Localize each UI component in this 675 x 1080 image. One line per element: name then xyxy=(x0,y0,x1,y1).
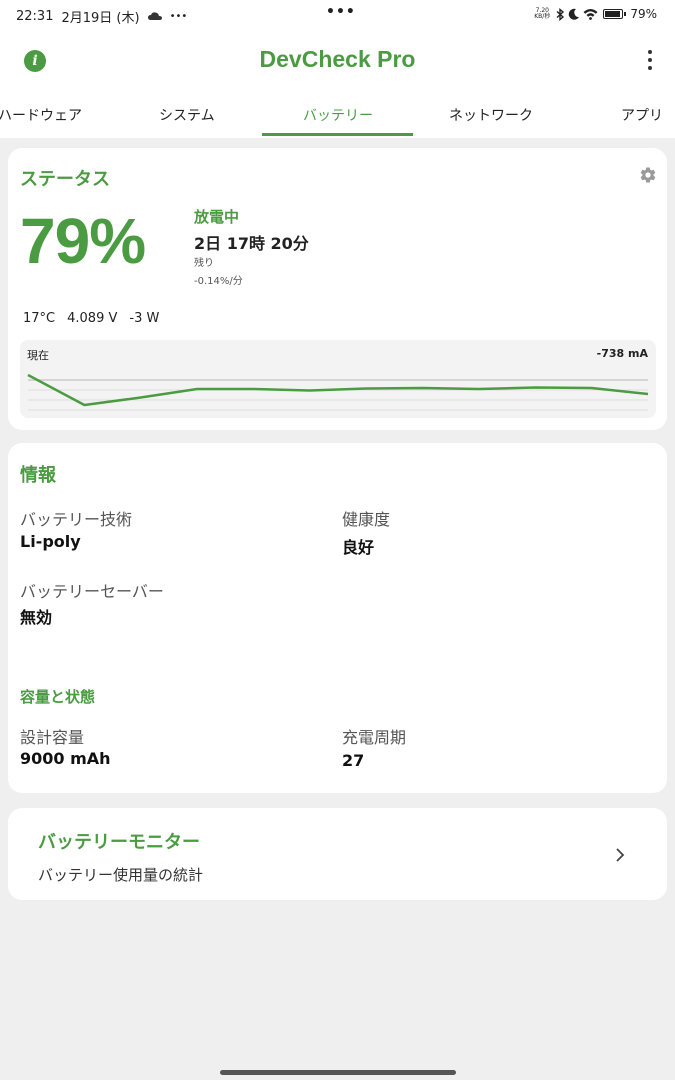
info-card: 情報 バッテリー技術 Li-poly 健康度 良好 バッテリーセーバー 無効 容… xyxy=(8,443,667,793)
health-label: 健康度 xyxy=(342,510,391,529)
power-value: -3 W xyxy=(129,311,160,326)
design-capacity-label: 設計容量 xyxy=(20,728,85,747)
gear-icon[interactable] xyxy=(639,166,657,184)
home-indicator[interactable] xyxy=(220,1070,456,1075)
status-card-title: ステータス xyxy=(20,169,110,190)
moon-icon xyxy=(569,8,580,20)
status-bar: 22:31 2月19日 (木) ••• ••• 7.20 KB/秒 79% xyxy=(0,0,675,30)
status-time: 22:31 xyxy=(16,9,54,24)
tab-network[interactable]: ネットワーク xyxy=(449,105,533,125)
tab-system[interactable]: システム xyxy=(159,105,215,125)
cycles-value: 27 xyxy=(342,751,365,770)
cloud-icon xyxy=(147,12,162,20)
current-chart-value: -738 mA xyxy=(596,347,648,360)
capacity-section-title: 容量と状態 xyxy=(20,688,96,706)
status-card: ステータス 79% 放電中 2日 17時 20分 残り -0.14%/分 17°… xyxy=(8,148,667,430)
app-bar: i DevCheck Pro xyxy=(0,30,675,94)
battery-monitor-card[interactable]: バッテリーモニター バッテリー使用量の統計 xyxy=(8,808,667,900)
current-chart[interactable]: 現在 -738 mA xyxy=(20,340,656,418)
tab-battery[interactable]: バッテリー xyxy=(303,105,373,125)
status-bar-right: 7.20 KB/秒 79% xyxy=(534,7,657,21)
current-chart-plot xyxy=(27,373,649,411)
saver-label: バッテリーセーバー xyxy=(20,582,164,601)
charge-state: 放電中 xyxy=(194,208,240,226)
battery-percent: 79% xyxy=(20,205,146,277)
info-card-title: 情報 xyxy=(20,465,56,486)
time-remaining: 2日 17時 20分 xyxy=(194,234,309,253)
bluetooth-icon xyxy=(556,7,565,21)
health-value: 良好 xyxy=(342,538,375,557)
network-speed-unit: KB/秒 xyxy=(534,13,551,20)
discharge-rate: -0.14%/分 xyxy=(194,276,243,287)
time-remaining-label: 残り xyxy=(194,258,214,269)
battery-icon xyxy=(603,9,627,19)
battery-monitor-subtitle: バッテリー使用量の統計 xyxy=(38,866,204,884)
status-date: 2月19日 (木) xyxy=(61,11,140,26)
status-battery-percent: 79% xyxy=(630,7,657,21)
tab-bar: ハードウェア システム バッテリー ネットワーク アプリ xyxy=(0,94,675,138)
status-more-dots: ••• xyxy=(169,11,188,22)
status-bar-left: 22:31 2月19日 (木) ••• xyxy=(16,7,187,26)
tab-indicator xyxy=(262,133,413,136)
voltage-value: 4.089 V xyxy=(67,311,118,326)
more-vert-icon[interactable] xyxy=(647,50,653,70)
app-title: DevCheck Pro xyxy=(259,46,416,72)
battery-readings: 17°C 4.089 V -3 W xyxy=(23,311,159,326)
battery-level-fill xyxy=(605,11,620,17)
saver-value: 無効 xyxy=(20,608,53,627)
technology-value: Li-poly xyxy=(20,532,81,551)
design-capacity-value: 9000 mAh xyxy=(20,749,111,768)
cycles-label: 充電周期 xyxy=(342,728,407,747)
status-center-dots-icon[interactable]: ••• xyxy=(326,4,356,20)
network-speed: 7.20 KB/秒 xyxy=(534,8,550,20)
technology-label: バッテリー技術 xyxy=(20,510,133,529)
battery-monitor-title: バッテリーモニター xyxy=(38,832,200,853)
wifi-icon xyxy=(583,9,598,20)
temperature-value: 17°C xyxy=(23,311,56,326)
chevron-right-icon[interactable] xyxy=(613,846,627,864)
tab-apps[interactable]: アプリ xyxy=(621,105,663,125)
current-chart-label: 現在 xyxy=(27,349,49,362)
tab-hardware[interactable]: ハードウェア xyxy=(0,105,82,125)
